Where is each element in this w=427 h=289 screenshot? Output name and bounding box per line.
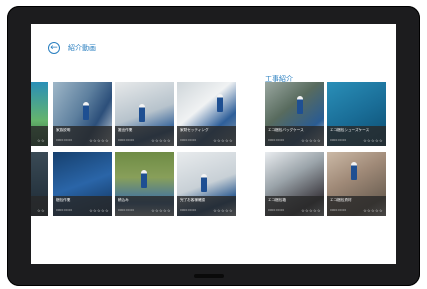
tablet-bezel: ← 紹介動画 工事紹介 ☆☆ 家族説明 0000:00:00 ☆☆☆☆☆ 搬出作… [7,6,420,286]
tile-label: エコ梱包箱 [268,198,286,202]
video-tile[interactable]: 家族説明 0000:00:00 ☆☆☆☆☆ [53,82,112,146]
video-tile[interactable]: 積込み 0000:00:00 ☆☆☆☆☆ [115,152,174,216]
video-tile[interactable]: 梱包作業 0000:00:00 ☆☆☆☆☆ [53,152,112,216]
video-tile[interactable]: ☆☆ [31,82,48,146]
worker-figure [351,162,357,180]
tile-label: 梱包作業 [56,198,71,202]
rating-stars: ☆☆☆☆☆ [363,138,383,143]
tile-label: エコ梱包資材 [330,198,352,202]
page-title: 紹介動画 [68,44,96,52]
rating-stars: ☆☆☆☆☆ [213,138,233,143]
rating-stars: ☆☆☆☆☆ [301,208,321,213]
video-tile[interactable]: 家財セッティング 0000:00:00 ☆☆☆☆☆ [177,82,236,146]
back-arrow-icon[interactable]: ← [48,42,60,54]
rating-stars: ☆☆☆☆☆ [213,208,233,213]
worker-figure [141,170,147,188]
home-button[interactable] [194,274,224,278]
rating-stars: ☆☆☆☆☆ [89,138,109,143]
tile-label: 家財セッティング [180,128,209,132]
tile-meta: 0000:00:00 [330,138,347,142]
tile-label: エコ梱包バッグケース [268,128,304,132]
tile-caption-bar [31,126,48,146]
video-tile[interactable]: 搬出作業 0000:00:00 ☆☆☆☆☆ [115,82,174,146]
tile-meta: 0000:00:00 [180,138,197,142]
worker-figure [217,94,223,112]
tile-label: 家族説明 [56,128,71,132]
tile-caption-bar [31,196,48,216]
rating-stars: ☆☆☆☆☆ [363,208,383,213]
tile-meta: 0000:00:00 [268,138,285,142]
tile-meta: 0000:00:00 [180,208,197,212]
rating-stars: ☆☆ [37,138,45,143]
rating-stars: ☆☆ [37,208,45,213]
tile-meta: 0000:00:00 [56,208,73,212]
back-glyph: ← [50,42,58,53]
tile-label: 搬出作業 [118,128,133,132]
tile-label: 積込み [118,198,129,202]
worker-figure [201,174,207,192]
construction-tile[interactable]: エコ梱包資材 0000:00:00 ☆☆☆☆☆ [327,152,386,216]
tile-meta: 0000:00:00 [56,138,73,142]
tile-meta: 0000:00:00 [268,208,285,212]
tile-label: 完了お客様確認 [180,198,206,202]
app-screen: ← 紹介動画 工事紹介 ☆☆ 家族説明 0000:00:00 ☆☆☆☆☆ 搬出作… [31,24,396,264]
worker-figure [297,96,303,114]
construction-tile[interactable]: エコ梱包シューズケース 0000:00:00 ☆☆☆☆☆ [327,82,386,146]
rating-stars: ☆☆☆☆☆ [301,138,321,143]
construction-tile[interactable]: エコ梱包箱 0000:00:00 ☆☆☆☆☆ [265,152,324,216]
worker-figure [139,104,145,122]
tile-meta: 0000:00:00 [118,138,135,142]
rating-stars: ☆☆☆☆☆ [151,208,171,213]
video-tile[interactable]: 完了お客様確認 0000:00:00 ☆☆☆☆☆ [177,152,236,216]
tile-label: エコ梱包シューズケース [330,128,370,132]
rating-stars: ☆☆☆☆☆ [151,138,171,143]
construction-tile[interactable]: エコ梱包バッグケース 0000:00:00 ☆☆☆☆☆ [265,82,324,146]
tile-meta: 0000:00:00 [330,208,347,212]
tile-meta: 0000:00:00 [118,208,135,212]
video-tile[interactable]: ☆☆ [31,152,48,216]
rating-stars: ☆☆☆☆☆ [89,208,109,213]
worker-figure [83,102,89,120]
